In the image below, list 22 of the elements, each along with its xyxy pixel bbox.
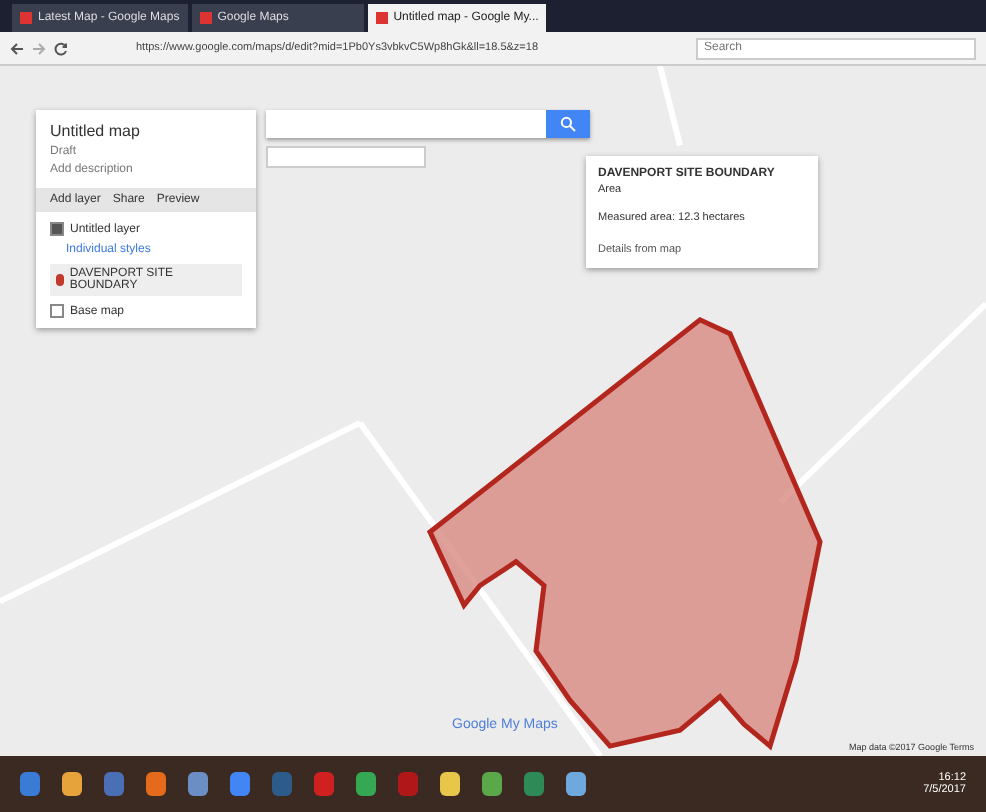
taskbar-app-icon[interactable] <box>62 772 82 796</box>
taskbar-app-icon[interactable] <box>566 772 586 796</box>
reload-icon[interactable] <box>54 41 68 55</box>
taskbar-app-icon[interactable] <box>482 772 502 796</box>
base-map-checkbox[interactable] <box>50 304 64 318</box>
map-title[interactable]: Untitled map <box>50 122 242 140</box>
page-icon <box>199 12 212 24</box>
taskbar-app-icon[interactable] <box>146 772 166 796</box>
forward-icon[interactable] <box>32 41 46 55</box>
layer-checkbox[interactable] <box>50 222 64 236</box>
taskbar-app-icon[interactable] <box>356 772 376 796</box>
search-icon <box>560 116 576 132</box>
map-search-field[interactable] <box>266 110 546 138</box>
taskbar-app-icon[interactable] <box>230 772 250 796</box>
page-icon <box>20 12 32 24</box>
page-icon <box>375 12 388 24</box>
back-icon[interactable] <box>10 41 24 55</box>
site-boundary-polygon[interactable] <box>426 316 823 751</box>
road-line <box>657 66 683 147</box>
search-button[interactable] <box>546 110 590 138</box>
taskbar-app-icon[interactable] <box>188 772 208 796</box>
taskbar-app-icon[interactable] <box>440 772 460 796</box>
